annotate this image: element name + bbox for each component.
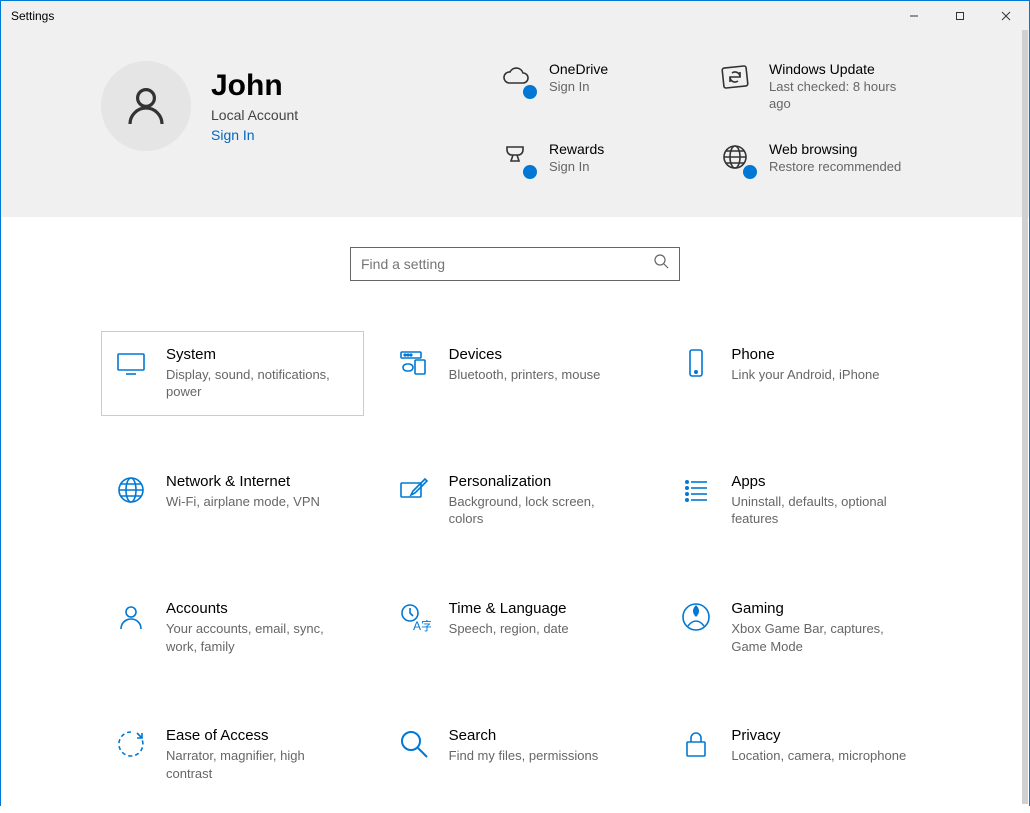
- search-icon: [653, 253, 669, 274]
- status-tile-onedrive[interactable]: OneDrive Sign In: [499, 61, 709, 113]
- profile-name: John: [211, 69, 298, 103]
- status-title: Rewards: [549, 141, 604, 157]
- category-sub: Narrator, magnifier, high contrast: [166, 747, 346, 782]
- profile-signin-link[interactable]: Sign In: [211, 127, 298, 143]
- search-box[interactable]: [350, 247, 680, 281]
- phone-icon: [679, 346, 713, 380]
- category-devices[interactable]: Devices Bluetooth, printers, mouse: [384, 331, 647, 416]
- minimize-button[interactable]: [891, 1, 937, 31]
- category-sub: Xbox Game Bar, captures, Game Mode: [731, 620, 911, 655]
- category-sub: Wi-Fi, airplane mode, VPN: [166, 493, 320, 511]
- status-tile-windows-update[interactable]: Windows Update Last checked: 8 hours ago: [719, 61, 929, 113]
- category-title: Privacy: [731, 727, 906, 744]
- category-title: Search: [449, 727, 599, 744]
- status-title: Web browsing: [769, 141, 901, 157]
- category-time-language[interactable]: A字 Time & Language Speech, region, date: [384, 585, 647, 670]
- devices-icon: [397, 346, 431, 380]
- status-tiles: OneDrive Sign In Windows Update Last che…: [499, 61, 929, 177]
- category-title: Personalization: [449, 473, 629, 490]
- category-sub: Background, lock screen, colors: [449, 493, 629, 528]
- category-sub: Your accounts, email, sync, work, family: [166, 620, 346, 655]
- category-privacy[interactable]: Privacy Location, camera, microphone: [666, 712, 929, 797]
- category-title: Gaming: [731, 600, 911, 617]
- status-title: OneDrive: [549, 61, 608, 77]
- category-title: Phone: [731, 346, 879, 363]
- gaming-icon: [679, 600, 713, 634]
- maximize-button[interactable]: [937, 1, 983, 31]
- category-title: Devices: [449, 346, 601, 363]
- category-network[interactable]: Network & Internet Wi-Fi, airplane mode,…: [101, 458, 364, 543]
- status-sub: Restore recommended: [769, 159, 901, 176]
- category-accounts[interactable]: Accounts Your accounts, email, sync, wor…: [101, 585, 364, 670]
- category-sub: Speech, region, date: [449, 620, 569, 638]
- category-title: Ease of Access: [166, 727, 346, 744]
- category-personalization[interactable]: Personalization Background, lock screen,…: [384, 458, 647, 543]
- avatar: [101, 61, 191, 151]
- status-sub: Sign In: [549, 159, 604, 176]
- search-category-icon: [397, 727, 431, 761]
- category-gaming[interactable]: Gaming Xbox Game Bar, captures, Game Mod…: [666, 585, 929, 670]
- globe-icon: [114, 473, 148, 507]
- status-tile-web-browsing[interactable]: Web browsing Restore recommended: [719, 141, 929, 177]
- lock-icon: [679, 727, 713, 761]
- accounts-icon: [114, 600, 148, 634]
- category-title: System: [166, 346, 346, 363]
- window-controls: [891, 1, 1029, 31]
- search-input[interactable]: [361, 256, 653, 272]
- category-title: Apps: [731, 473, 911, 490]
- category-sub: Uninstall, defaults, optional features: [731, 493, 911, 528]
- ease-of-access-icon: [114, 727, 148, 761]
- status-sub: Last checked: 8 hours ago: [769, 79, 919, 113]
- status-title: Windows Update: [769, 61, 919, 77]
- globe-icon: [719, 141, 755, 177]
- header-area: John Local Account Sign In OneDrive Sign…: [1, 31, 1029, 217]
- personalization-icon: [397, 473, 431, 507]
- time-language-icon: A字: [397, 600, 431, 634]
- scrollbar[interactable]: [1022, 30, 1028, 804]
- category-system[interactable]: System Display, sound, notifications, po…: [101, 331, 364, 416]
- categories-grid: System Display, sound, notifications, po…: [101, 331, 929, 813]
- category-title: Network & Internet: [166, 473, 320, 490]
- profile-block[interactable]: John Local Account Sign In: [101, 61, 298, 151]
- category-search[interactable]: Search Find my files, permissions: [384, 712, 647, 797]
- system-icon: [114, 346, 148, 380]
- svg-text:A字: A字: [413, 618, 431, 633]
- profile-account-type: Local Account: [211, 107, 298, 123]
- apps-icon: [679, 473, 713, 507]
- cloud-icon: [499, 61, 535, 97]
- category-sub: Location, camera, microphone: [731, 747, 906, 765]
- category-sub: Bluetooth, printers, mouse: [449, 366, 601, 384]
- category-title: Time & Language: [449, 600, 569, 617]
- titlebar: Settings: [1, 1, 1029, 31]
- status-sub: Sign In: [549, 79, 608, 96]
- category-title: Accounts: [166, 600, 346, 617]
- category-phone[interactable]: Phone Link your Android, iPhone: [666, 331, 929, 416]
- rewards-icon: [499, 141, 535, 177]
- main-area: System Display, sound, notifications, po…: [1, 217, 1029, 813]
- category-ease-of-access[interactable]: Ease of Access Narrator, magnifier, high…: [101, 712, 364, 797]
- category-sub: Display, sound, notifications, power: [166, 366, 346, 401]
- status-tile-rewards[interactable]: Rewards Sign In: [499, 141, 709, 177]
- sync-icon: [719, 61, 755, 97]
- window-title: Settings: [11, 9, 54, 23]
- category-apps[interactable]: Apps Uninstall, defaults, optional featu…: [666, 458, 929, 543]
- close-button[interactable]: [983, 1, 1029, 31]
- category-sub: Link your Android, iPhone: [731, 366, 879, 384]
- category-sub: Find my files, permissions: [449, 747, 599, 765]
